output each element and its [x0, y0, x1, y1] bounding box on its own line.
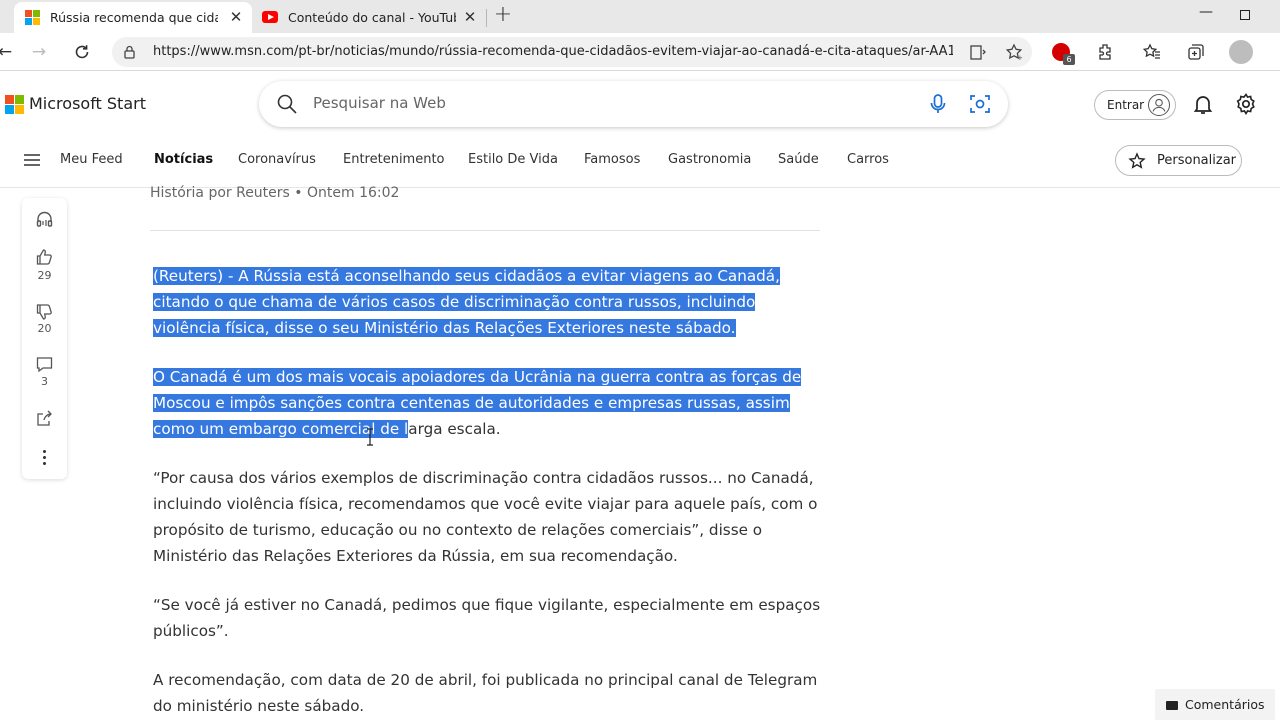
- article-paragraph-5: A recomendação, com data de 20 de abril,…: [153, 671, 818, 715]
- minimize-icon[interactable]: —: [1196, 4, 1216, 24]
- headphones-listen-icon[interactable]: [35, 210, 54, 229]
- visual-search-icon[interactable]: [969, 93, 991, 115]
- tab-msn-article[interactable]: Rússia recomenda que cidadãos ✕: [14, 2, 252, 33]
- nav-coronavirus[interactable]: Coronavírus: [238, 152, 316, 167]
- extensions-icon[interactable]: [1094, 41, 1116, 63]
- microphone-icon[interactable]: [927, 93, 949, 115]
- article-paragraph-1: (Reuters) - A Rússia está aconselhando s…: [153, 263, 823, 341]
- search-box[interactable]: [259, 81, 1008, 127]
- nav-carros[interactable]: Carros: [847, 152, 889, 167]
- dislike-count: 20: [37, 322, 52, 335]
- share-icon[interactable]: [35, 409, 54, 428]
- extension-badge: 6: [1063, 54, 1075, 65]
- tab-title: Conteúdo do canal - YouTube St: [288, 10, 456, 25]
- close-icon[interactable]: ✕: [462, 9, 478, 25]
- tab-youtube-studio[interactable]: Conteúdo do canal - YouTube St ✕: [252, 2, 486, 33]
- search-input[interactable]: [313, 94, 893, 112]
- msn-header: Microsoft Start Entrar Meu Feed Notícias…: [0, 72, 1280, 188]
- comment-bubble-icon: [1166, 701, 1178, 710]
- favorite-add-icon[interactable]: +: [1004, 42, 1024, 62]
- personalize-button[interactable]: Personalizar: [1115, 145, 1242, 176]
- browser-toolbar: ← → https://www.msn.com/pt-br/noticias/m…: [0, 33, 1280, 71]
- profile-avatar[interactable]: [1229, 40, 1253, 64]
- article-action-rail: 29 20 3: [22, 198, 67, 479]
- read-aloud-icon[interactable]: [968, 42, 988, 62]
- browser-tab-bar: Rússia recomenda que cidadãos ✕ Conteúdo…: [0, 0, 1280, 33]
- collections-icon[interactable]: [1185, 41, 1207, 63]
- article-paragraph-4: “Se você já estiver no Canadá, pedimos q…: [153, 596, 821, 640]
- notifications-bell-icon[interactable]: [1191, 92, 1215, 116]
- article-paragraph-3: “Por causa dos vários exemplos de discri…: [153, 469, 818, 565]
- search-icon: [277, 94, 297, 114]
- comments-button[interactable]: Comentários: [1155, 689, 1275, 720]
- tab-title: Rússia recomenda que cidadãos: [50, 10, 218, 25]
- nav-famosos[interactable]: Famosos: [584, 152, 640, 167]
- nav-saude[interactable]: Saúde: [778, 152, 819, 167]
- nav-noticias[interactable]: Notícias: [154, 152, 213, 167]
- byline-divider: [150, 230, 820, 231]
- article-paragraph-2: O Canadá é um dos mais vocais apoiadores…: [153, 364, 823, 442]
- nav-estilo-de-vida[interactable]: Estilo De Vida: [468, 152, 558, 167]
- personalize-label: Personalizar: [1157, 153, 1237, 168]
- menu-hamburger-icon[interactable]: [24, 154, 40, 166]
- lock-icon[interactable]: [124, 45, 135, 59]
- address-bar[interactable]: https://www.msn.com/pt-br/noticias/mundo…: [112, 37, 1032, 67]
- forward-icon[interactable]: →: [28, 41, 50, 63]
- like-count: 29: [37, 269, 52, 282]
- nav-entretenimento[interactable]: Entretenimento: [343, 152, 445, 167]
- svg-text:+: +: [1017, 54, 1023, 61]
- youtube-icon: [262, 11, 278, 23]
- close-icon[interactable]: ✕: [228, 9, 244, 25]
- comment-icon[interactable]: [35, 355, 54, 374]
- signin-label: Entrar: [1107, 98, 1145, 112]
- article-byline: História por Reuters • Ontem 16:02: [150, 185, 400, 201]
- new-tab-icon[interactable]: +: [493, 4, 513, 26]
- brand-name[interactable]: Microsoft Start: [29, 94, 146, 113]
- comments-label: Comentários: [1185, 697, 1265, 712]
- selected-text: (Reuters) - A Rússia está aconselhando s…: [153, 267, 780, 337]
- text-cursor-icon: [367, 428, 373, 446]
- sparkle-star-icon: [1128, 152, 1146, 169]
- tab-separator: [486, 9, 487, 27]
- maximize-icon[interactable]: [1240, 10, 1250, 20]
- signin-button[interactable]: Entrar: [1094, 90, 1176, 120]
- unselected-text: arga escala.: [408, 420, 501, 438]
- settings-gear-icon[interactable]: [1234, 92, 1258, 116]
- more-options-icon[interactable]: [35, 448, 54, 467]
- url-text[interactable]: https://www.msn.com/pt-br/noticias/mundo…: [153, 44, 953, 59]
- nav-gastronomia[interactable]: Gastronomia: [668, 152, 751, 167]
- dislike-thumbs-down-icon[interactable]: [35, 302, 54, 321]
- microsoft-icon: [25, 10, 40, 25]
- comment-count: 3: [41, 375, 48, 388]
- user-icon: [1148, 94, 1170, 116]
- refresh-icon[interactable]: [71, 41, 93, 63]
- nav-meu-feed[interactable]: Meu Feed: [60, 152, 123, 167]
- like-thumbs-up-icon[interactable]: [35, 248, 54, 267]
- favorites-icon[interactable]: [1141, 41, 1163, 63]
- back-icon[interactable]: ←: [0, 41, 16, 63]
- microsoft-logo-icon[interactable]: [5, 95, 24, 114]
